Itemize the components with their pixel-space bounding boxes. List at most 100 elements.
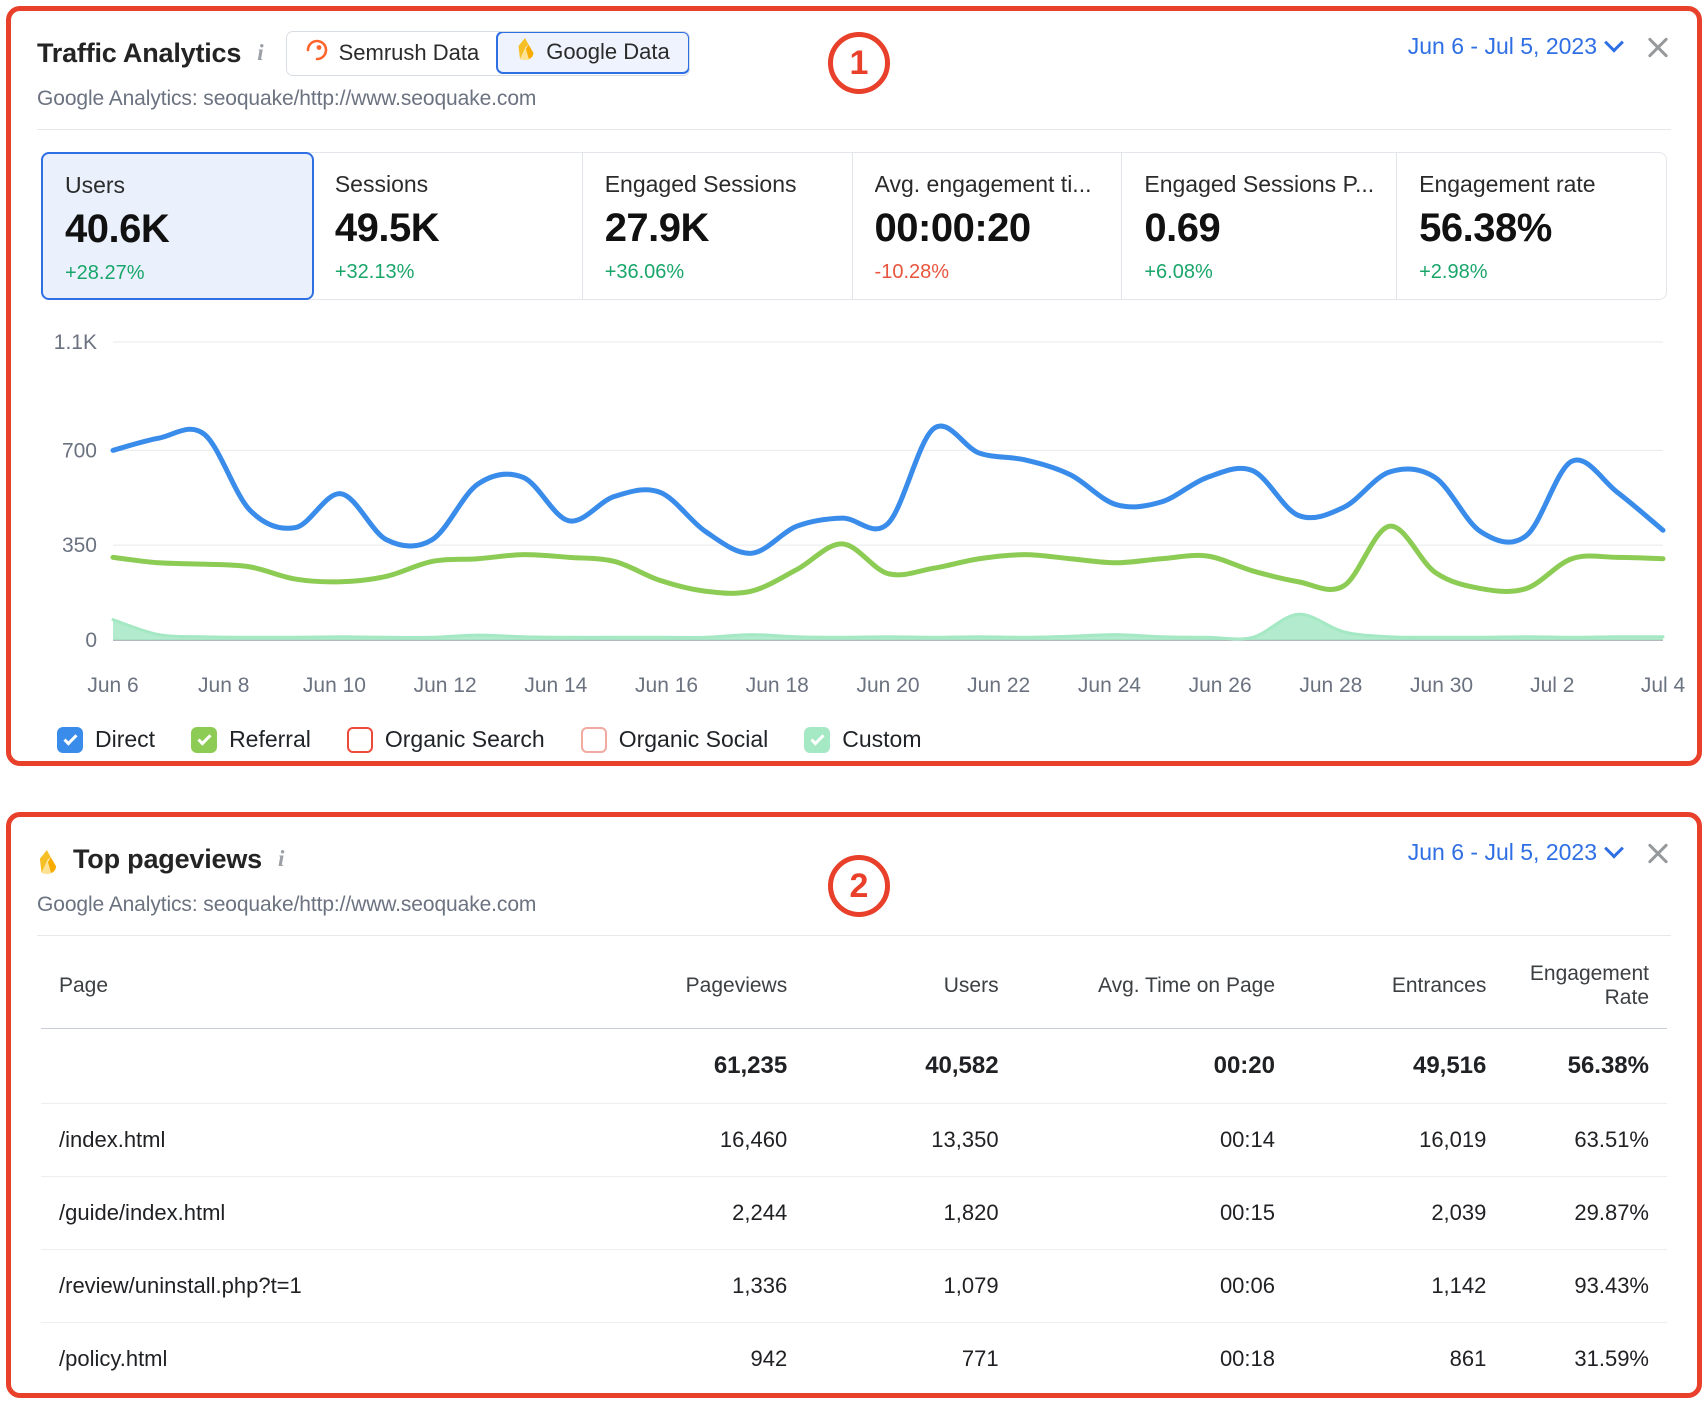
check-icon xyxy=(197,731,211,745)
totals-cell-pageviews: 61,235 xyxy=(594,1029,805,1104)
table-row[interactable]: /guide/index.html2,2441,82000:152,03929.… xyxy=(41,1177,1667,1250)
metric-label: Engaged Sessions P... xyxy=(1144,171,1374,198)
chart-x-tick-label: Jun 18 xyxy=(746,674,809,698)
legend-checkbox[interactable] xyxy=(57,727,83,753)
cell-avg-time: 00:14 xyxy=(1017,1104,1293,1177)
chart-x-tick-label: Jun 6 xyxy=(87,674,138,698)
legend-checkbox[interactable] xyxy=(804,727,830,753)
chart-y-tick-label: 1.1K xyxy=(54,331,97,354)
data-source-toggle[interactable]: Semrush Data Google Data xyxy=(286,31,690,76)
table-header-row: PagePageviewsUsersAvg. Time on PageEntra… xyxy=(41,944,1667,1029)
cell-entrances: 770 xyxy=(1293,1396,1504,1403)
cell-engagement-rate: 55.45% xyxy=(1504,1396,1667,1403)
metric-card[interactable]: Users40.6K+28.27% xyxy=(41,152,314,300)
chart-line-direct xyxy=(113,426,1663,553)
legend-checkbox[interactable] xyxy=(191,727,217,753)
metric-label: Users xyxy=(65,172,290,199)
close-icon[interactable] xyxy=(1645,840,1671,866)
legend-item-direct[interactable]: Direct xyxy=(57,726,155,753)
cell-entrances: 1,142 xyxy=(1293,1250,1504,1323)
legend-item-referral[interactable]: Referral xyxy=(191,726,311,753)
table-column-header[interactable]: Users xyxy=(805,944,1016,1029)
totals-cell-users: 40,582 xyxy=(805,1029,1016,1104)
table-column-header[interactable]: Engagement Rate xyxy=(1504,944,1667,1029)
top-pageviews-table: PagePageviewsUsersAvg. Time on PageEntra… xyxy=(41,944,1667,1403)
table-head: PagePageviewsUsersAvg. Time on PageEntra… xyxy=(41,944,1667,1029)
metric-value: 00:00:20 xyxy=(875,206,1100,251)
cell-page[interactable]: /index.html xyxy=(41,1104,594,1177)
totals-cell-engagement-rate: 56.38% xyxy=(1504,1029,1667,1104)
cell-users: 1,820 xyxy=(805,1177,1016,1250)
cell-engagement-rate: 31.59% xyxy=(1504,1323,1667,1396)
legend-item-organic-search[interactable]: Organic Search xyxy=(347,726,545,753)
metric-delta: +2.98% xyxy=(1419,261,1644,284)
legend-item-organic-social[interactable]: Organic Social xyxy=(581,726,769,753)
cell-pageviews: 16,460 xyxy=(594,1104,805,1177)
cell-avg-time: 00:29 xyxy=(1017,1396,1293,1403)
annotation-badge-2: 2 xyxy=(828,855,890,917)
chart-x-tick-label: Jun 12 xyxy=(414,674,477,698)
cell-pageviews: 1,336 xyxy=(594,1250,805,1323)
metric-cards: Users40.6K+28.27%Sessions49.5K+32.13%Eng… xyxy=(41,152,1667,300)
tab-google-data[interactable]: Google Data xyxy=(496,31,690,74)
info-icon[interactable]: i xyxy=(257,40,263,66)
top-pageviews-title: Top pageviews xyxy=(73,844,262,875)
cell-page[interactable]: /guide/index.html xyxy=(41,1177,594,1250)
info-icon[interactable]: i xyxy=(278,846,284,872)
metric-card[interactable]: Engaged Sessions P...0.69+6.08% xyxy=(1122,153,1397,299)
metric-card[interactable]: Engaged Sessions27.9K+36.06% xyxy=(583,153,853,299)
semrush-logo-icon xyxy=(305,38,329,68)
metric-value: 0.69 xyxy=(1144,206,1374,251)
chart-line-referral xyxy=(113,526,1663,593)
table-column-header[interactable]: Pageviews xyxy=(594,944,805,1029)
date-range-selector[interactable]: Jun 6 - Jul 5, 2023 xyxy=(1408,33,1621,60)
metric-card[interactable]: Engagement rate 56.38% +2.98% xyxy=(1397,153,1666,299)
legend-label: Organic Social xyxy=(619,726,769,753)
chart-y-tick-label: 0 xyxy=(85,629,97,652)
cell-page[interactable]: /policy.html xyxy=(41,1323,594,1396)
traffic-chart: 1.1K7003500 xyxy=(41,328,1667,668)
metric-label: Engagement rate xyxy=(1419,171,1644,198)
legend-item-custom[interactable]: Custom xyxy=(804,726,921,753)
table-column-header[interactable]: Page xyxy=(41,944,594,1029)
cell-page[interactable]: /blog/google-search-param/ xyxy=(41,1396,594,1403)
metric-value: 49.5K xyxy=(335,206,560,251)
table-row[interactable]: /policy.html94277100:1886131.59% xyxy=(41,1323,1667,1396)
legend-checkbox[interactable] xyxy=(581,727,607,753)
legend-checkbox[interactable] xyxy=(347,727,373,753)
table-column-header[interactable]: Avg. Time on Page xyxy=(1017,944,1293,1029)
cell-page[interactable]: /review/uninstall.php?t=1 xyxy=(41,1250,594,1323)
metric-delta: +32.13% xyxy=(335,261,560,284)
cell-avg-time: 00:15 xyxy=(1017,1177,1293,1250)
metric-card[interactable]: Avg. engagement ti...00:00:20-10.28% xyxy=(853,153,1123,299)
chevron-down-icon xyxy=(1604,838,1624,858)
screenshot-root: Traffic Analytics i Semrush Data xyxy=(0,0,1708,1403)
traffic-chart-svg: 1.1K7003500 xyxy=(41,328,1667,668)
annotation-badge-1: 1 xyxy=(828,32,890,94)
cell-pageviews: 942 xyxy=(594,1323,805,1396)
chart-x-tick-label: Jun 22 xyxy=(967,674,1030,698)
table-row[interactable]: /blog/google-search-param/76260300:29770… xyxy=(41,1396,1667,1403)
table-row[interactable]: /review/uninstall.php?t=11,3361,07900:06… xyxy=(41,1250,1667,1323)
close-icon[interactable] xyxy=(1645,34,1671,60)
check-icon xyxy=(63,731,77,745)
cell-entrances: 861 xyxy=(1293,1323,1504,1396)
table-row[interactable]: /index.html16,46013,35000:1416,01963.51% xyxy=(41,1104,1667,1177)
metric-delta: +36.06% xyxy=(605,261,830,284)
chart-y-tick-label: 350 xyxy=(62,534,97,557)
table-body: 61,23540,58200:2049,51656.38%/index.html… xyxy=(41,1029,1667,1403)
tab-semrush-data[interactable]: Semrush Data xyxy=(287,32,498,75)
metric-value: 56.38% xyxy=(1419,206,1644,251)
table-column-header[interactable]: Entrances xyxy=(1293,944,1504,1029)
date-range-selector[interactable]: Jun 6 - Jul 5, 2023 xyxy=(1408,839,1621,866)
legend-label: Referral xyxy=(229,726,311,753)
metric-card[interactable]: Sessions49.5K+32.13% xyxy=(313,153,583,299)
date-range-label: Jun 6 - Jul 5, 2023 xyxy=(1408,839,1597,866)
chart-x-tick-label: Jun 14 xyxy=(524,674,587,698)
chart-x-tick-label: Jun 24 xyxy=(1078,674,1141,698)
totals-cell-entrances: 49,516 xyxy=(1293,1029,1504,1104)
chart-x-tick-label: Jun 8 xyxy=(198,674,249,698)
google-analytics-flame-icon xyxy=(37,849,59,875)
cell-avg-time: 00:06 xyxy=(1017,1250,1293,1323)
chart-x-tick-label: Jun 10 xyxy=(303,674,366,698)
